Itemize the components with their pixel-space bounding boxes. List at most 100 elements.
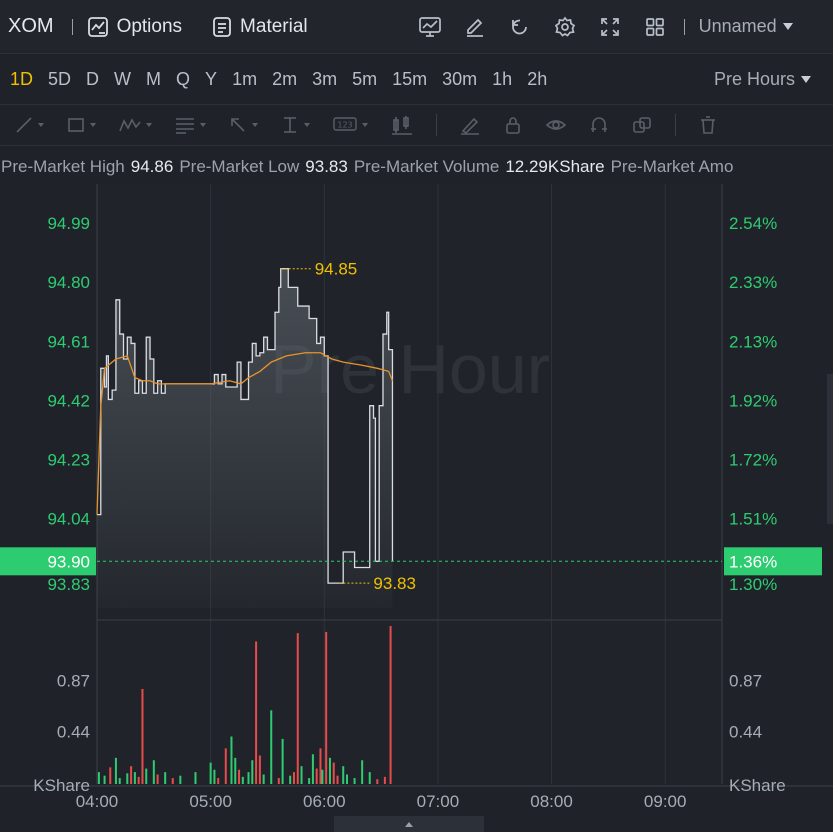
magnet-tool[interactable] — [589, 115, 609, 135]
gear-icon[interactable] — [543, 16, 588, 38]
volume-bar — [230, 736, 233, 784]
volume-bar — [308, 778, 311, 784]
side-scroll-handle — [827, 374, 833, 524]
volume-bar — [255, 641, 258, 784]
trash-icon — [701, 116, 715, 134]
chevron-down-icon — [782, 23, 793, 30]
visibility-tool[interactable] — [545, 115, 567, 135]
top-toolbar: XOM Options Material Unnamed — [0, 0, 833, 54]
session-dropdown[interactable]: Pre Hours — [714, 69, 811, 90]
interval-5d[interactable]: 5D — [48, 69, 71, 90]
interval-2h[interactable]: 2h — [527, 69, 547, 90]
delete-tool[interactable] — [698, 115, 718, 135]
volume-bar — [321, 769, 324, 784]
indicator-icon[interactable] — [408, 16, 453, 38]
stat-label: Pre-Market Low — [179, 157, 300, 176]
stat-value: 12.29KShare — [505, 157, 605, 176]
stat-value: 94.86 — [130, 157, 174, 176]
percent-tick-label: 2.54% — [729, 214, 777, 233]
volume-bar — [114, 757, 117, 784]
volume-bar — [300, 766, 303, 784]
stat-label: Pre-Market Amo — [610, 157, 734, 176]
expand-panel-tab[interactable] — [334, 816, 484, 832]
interval-list: 1D 5D D W M Q Y 1m 2m 3m 5m 15m 30m 1h 2h — [10, 69, 562, 90]
interval-bar: 1D 5D D W M Q Y 1m 2m 3m 5m 15m 30m 1h 2h Pre Hours — [0, 54, 833, 104]
volume-bar — [137, 776, 140, 784]
time-tick-label: 07:00 — [417, 792, 460, 811]
interval-1m[interactable]: 1m — [232, 69, 257, 90]
lock-tool[interactable] — [503, 115, 523, 135]
symbol-label[interactable]: XOM — [8, 15, 54, 38]
material-button[interactable]: Material — [212, 16, 308, 38]
volume-bar — [179, 775, 182, 784]
interval-2m[interactable]: 2m — [272, 69, 297, 90]
layout-name-dropdown[interactable]: Unnamed — [699, 16, 793, 37]
fib-tool[interactable] — [174, 115, 206, 135]
candle-tool[interactable] — [390, 114, 414, 136]
interval-1h[interactable]: 1h — [492, 69, 512, 90]
interval-w[interactable]: W — [114, 69, 131, 90]
interval-3m[interactable]: 3m — [312, 69, 337, 90]
label-icon: 123 — [333, 117, 357, 131]
time-tick-label: 05:00 — [189, 792, 232, 811]
interval-15m[interactable]: 15m — [392, 69, 427, 90]
trendline-tool[interactable] — [14, 115, 44, 135]
volume-bar — [141, 688, 144, 784]
volume-bar — [241, 776, 244, 784]
interval-m[interactable]: M — [146, 69, 161, 90]
price-tick-label: 94.99 — [47, 214, 90, 233]
volume-bar — [361, 760, 364, 784]
volume-bar — [103, 775, 106, 784]
chevron-up-icon — [405, 821, 413, 827]
interval-30m[interactable]: 30m — [442, 69, 477, 90]
pattern-tool[interactable] — [118, 115, 152, 135]
drawing-toolbar: 123 — [0, 104, 833, 146]
stat-label: Pre-Market Volume — [353, 157, 500, 176]
measure-icon — [284, 117, 296, 133]
volume-bar — [171, 778, 174, 784]
rectangle-tool[interactable] — [66, 115, 96, 135]
volume-bar — [258, 755, 261, 784]
volume-bar — [118, 778, 121, 784]
arrow-tool[interactable] — [228, 115, 258, 135]
percent-tick-label: 1.30% — [729, 575, 777, 594]
interval-q[interactable]: Q — [176, 69, 190, 90]
volume-bar — [130, 766, 133, 784]
svg-text:123: 123 — [337, 121, 352, 130]
volume-bar — [336, 775, 339, 784]
interval-y[interactable]: Y — [205, 69, 217, 90]
refresh-icon[interactable] — [498, 16, 543, 38]
measure-tool[interactable] — [280, 115, 310, 135]
lock-icon — [506, 117, 520, 134]
time-tick-label: 06:00 — [303, 792, 346, 811]
volume-bar — [224, 748, 227, 784]
volume-bar — [97, 772, 100, 784]
interval-d[interactable]: D — [86, 69, 99, 90]
volume-bar — [262, 774, 265, 784]
volume-bar — [296, 633, 299, 784]
edit-icon[interactable] — [453, 16, 498, 38]
price-tick-label: 94.42 — [47, 391, 90, 410]
volume-tick-label: 0.44 — [57, 723, 90, 742]
brush-tool[interactable] — [459, 115, 481, 135]
percent-tick-label: 2.33% — [729, 273, 777, 292]
stat-value: 93.83 — [305, 157, 348, 176]
interval-1d[interactable]: 1D — [10, 69, 33, 90]
price-tick-label: 94.23 — [47, 451, 90, 470]
grid-layout-icon[interactable] — [633, 16, 678, 38]
price-chart[interactable]: Pre Hour94.9994.8094.6194.4294.2394.0493… — [0, 184, 833, 816]
rectangle-icon — [68, 118, 84, 132]
label-tool[interactable]: 123 — [332, 115, 368, 135]
interval-5m[interactable]: 5m — [352, 69, 377, 90]
layers-tool[interactable] — [631, 115, 653, 135]
arrow-icon — [231, 118, 245, 132]
volume-bar — [383, 776, 386, 784]
eye-icon — [545, 120, 567, 130]
options-button[interactable]: Options — [87, 16, 182, 38]
candle-icon — [392, 116, 412, 135]
volume-bar — [238, 769, 241, 784]
percent-tick-label: 1.92% — [729, 391, 777, 410]
fullscreen-icon[interactable] — [588, 16, 633, 38]
volume-bar — [277, 778, 280, 784]
volume-bar — [213, 769, 216, 784]
